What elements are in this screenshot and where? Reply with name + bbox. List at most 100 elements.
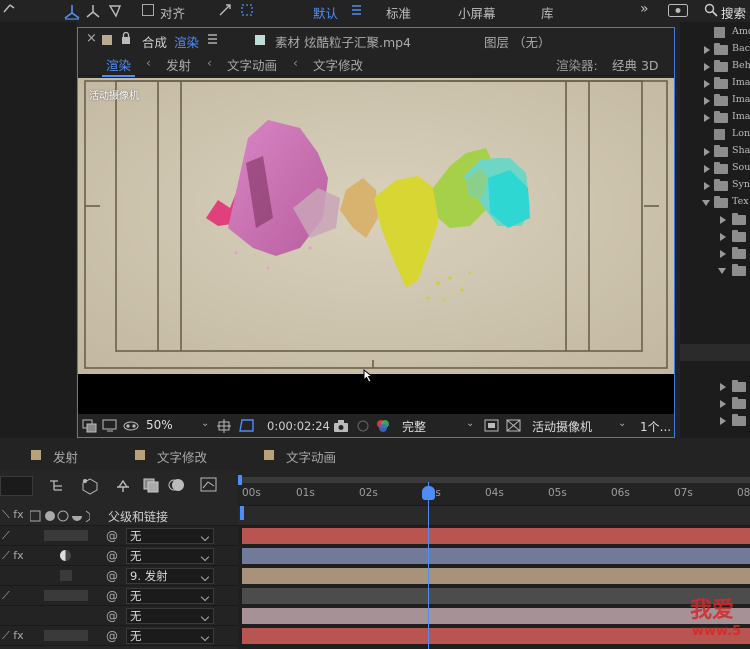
- local-axis-icon[interactable]: [62, 2, 82, 20]
- layer-switches[interactable]: [44, 590, 88, 601]
- expand-triangle-icon[interactable]: [720, 250, 726, 258]
- checkerboard-icon[interactable]: [506, 419, 522, 433]
- resolution-dropdown[interactable]: 完整: [402, 418, 426, 435]
- renderer-value[interactable]: 经典 3D: [612, 55, 659, 74]
- layer-row[interactable]: @ 无: [0, 606, 238, 626]
- pin-tool-icon[interactable]: [2, 2, 16, 18]
- layer-duration-bar[interactable]: [242, 628, 750, 644]
- workspace-small-screen[interactable]: 小屏幕: [458, 3, 496, 22]
- current-time-indicator[interactable]: [428, 482, 429, 649]
- project-item[interactable]: Syn: [680, 177, 750, 194]
- project-subfolder[interactable]: [680, 228, 750, 245]
- expand-triangle-icon[interactable]: [720, 216, 726, 224]
- sync-settings-icon[interactable]: [668, 4, 688, 17]
- expand-triangle-icon[interactable]: [704, 46, 710, 54]
- breadcrumb-render[interactable]: 渲染: [102, 55, 136, 77]
- parent-dropdown[interactable]: 无: [126, 588, 214, 604]
- parent-dropdown[interactable]: 无: [126, 528, 214, 544]
- timeline-search-input[interactable]: [0, 476, 33, 496]
- comp-tab-name[interactable]: 渲染: [174, 32, 199, 51]
- region-of-interest-icon[interactable]: [217, 419, 233, 433]
- workspace-standard[interactable]: 标准: [386, 3, 411, 22]
- show-snapshot-icon[interactable]: [355, 419, 371, 433]
- pick-whip-icon[interactable]: @: [106, 569, 118, 583]
- search-icon[interactable]: [704, 3, 718, 17]
- layer-tab[interactable]: 图层 （无）: [484, 32, 550, 51]
- layer-switches[interactable]: [44, 630, 88, 641]
- layer-row[interactable]: ⟋ @ 无: [0, 526, 238, 546]
- frame-blending-icon[interactable]: [142, 477, 160, 493]
- layer-row[interactable]: ⟋ @ 无: [0, 586, 238, 606]
- parent-dropdown[interactable]: 无: [126, 628, 214, 644]
- layer-row[interactable]: ⟋ fx @ 无: [0, 626, 238, 646]
- expand-triangle-icon[interactable]: [720, 417, 726, 425]
- mask-visibility-icon[interactable]: [122, 420, 140, 432]
- adjustment-layer-icon[interactable]: [60, 550, 71, 561]
- workspace-library[interactable]: 库: [541, 3, 554, 22]
- draft-3d-icon[interactable]: [80, 477, 100, 495]
- breadcrumb-emit[interactable]: 发射: [166, 55, 191, 74]
- work-area-bar[interactable]: [240, 477, 750, 483]
- project-subfolder[interactable]: [680, 412, 750, 429]
- project-subfolder[interactable]: [680, 262, 750, 279]
- snap-checkbox[interactable]: [142, 4, 154, 16]
- breadcrumb-text-animation[interactable]: 文字动画: [227, 55, 277, 74]
- expand-triangle-icon[interactable]: [720, 400, 726, 408]
- expand-triangle-icon[interactable]: [704, 63, 710, 71]
- footage-tab[interactable]: 素材 炫酷粒子汇聚.mp4: [275, 32, 411, 51]
- grid-snap-icon[interactable]: [240, 2, 254, 18]
- project-subfolder[interactable]: [680, 245, 750, 262]
- pick-whip-icon[interactable]: @: [106, 589, 118, 603]
- time-ruler[interactable]: 00s 01s 02s 03s 04s 05s 06s 07s 08: [238, 470, 750, 506]
- panel-menu-icon[interactable]: [208, 34, 218, 44]
- layer-switches[interactable]: [44, 530, 88, 541]
- project-item[interactable]: Ima: [680, 75, 750, 92]
- zoom-dropdown[interactable]: 50%: [146, 418, 208, 434]
- project-item[interactable]: Lon: [680, 126, 750, 143]
- monitor-icon[interactable]: [102, 419, 118, 433]
- shy-switch-icon[interactable]: ⟋: [2, 589, 10, 603]
- close-icon[interactable]: ×: [86, 31, 97, 46]
- expand-triangle-icon[interactable]: [720, 383, 726, 391]
- graph-editor-icon[interactable]: [200, 477, 218, 493]
- project-item[interactable]: Beh: [680, 58, 750, 75]
- shy-switch-icon[interactable]: ⟋: [2, 529, 10, 543]
- effects-switch-icon[interactable]: ⟋ fx: [2, 549, 24, 563]
- timeline-tab-emit[interactable]: 发射: [53, 447, 78, 466]
- pick-whip-icon[interactable]: @: [106, 609, 118, 623]
- timeline-graph-area[interactable]: 00s 01s 02s 03s 04s 05s 06s 07s 08 我爱 ww…: [238, 470, 750, 649]
- breadcrumb-text-modify[interactable]: 文字修改: [313, 55, 363, 74]
- overflow-chevron-icon[interactable]: »: [640, 1, 649, 17]
- collapse-triangle-icon[interactable]: [718, 268, 726, 274]
- workspace-menu-icon[interactable]: [352, 5, 362, 15]
- layer-duration-bar[interactable]: [242, 568, 750, 584]
- parent-dropdown[interactable]: 无: [126, 608, 214, 624]
- project-subfolder[interactable]: [680, 378, 750, 395]
- pick-whip-icon[interactable]: @: [106, 529, 118, 543]
- project-item[interactable]: Sha: [680, 143, 750, 160]
- layer-duration-bar[interactable]: [242, 588, 750, 604]
- lock-icon[interactable]: [121, 32, 131, 45]
- workspace-default[interactable]: 默认: [313, 3, 338, 22]
- expand-triangle-icon[interactable]: [704, 148, 710, 156]
- pick-whip-icon[interactable]: @: [106, 549, 118, 563]
- expand-triangle-icon[interactable]: [704, 165, 710, 173]
- parent-dropdown[interactable]: 9. 发射: [126, 568, 214, 584]
- color-channels-icon[interactable]: [375, 419, 391, 433]
- motion-blur-icon[interactable]: [168, 477, 186, 493]
- current-time-handle[interactable]: [422, 486, 435, 500]
- project-item[interactable]: Ima: [680, 92, 750, 109]
- timeline-tab-text-animation[interactable]: 文字动画: [286, 447, 336, 466]
- comp-tab-prefix[interactable]: 合成: [142, 32, 167, 51]
- layer-duration-bar[interactable]: [242, 548, 750, 564]
- layer-duration-bar[interactable]: [242, 528, 750, 544]
- project-item[interactable]: Amo: [680, 24, 750, 41]
- work-area-start-handle[interactable]: [238, 475, 242, 485]
- expand-triangle-icon[interactable]: [704, 182, 710, 190]
- layer-row[interactable]: ⟋ fx @ 无: [0, 546, 238, 566]
- expand-triangle-icon[interactable]: [704, 97, 710, 105]
- layer-switches[interactable]: [60, 570, 72, 581]
- project-item[interactable]: Ima: [680, 109, 750, 126]
- pick-whip-icon[interactable]: @: [106, 629, 118, 643]
- expand-triangle-icon[interactable]: [720, 233, 726, 241]
